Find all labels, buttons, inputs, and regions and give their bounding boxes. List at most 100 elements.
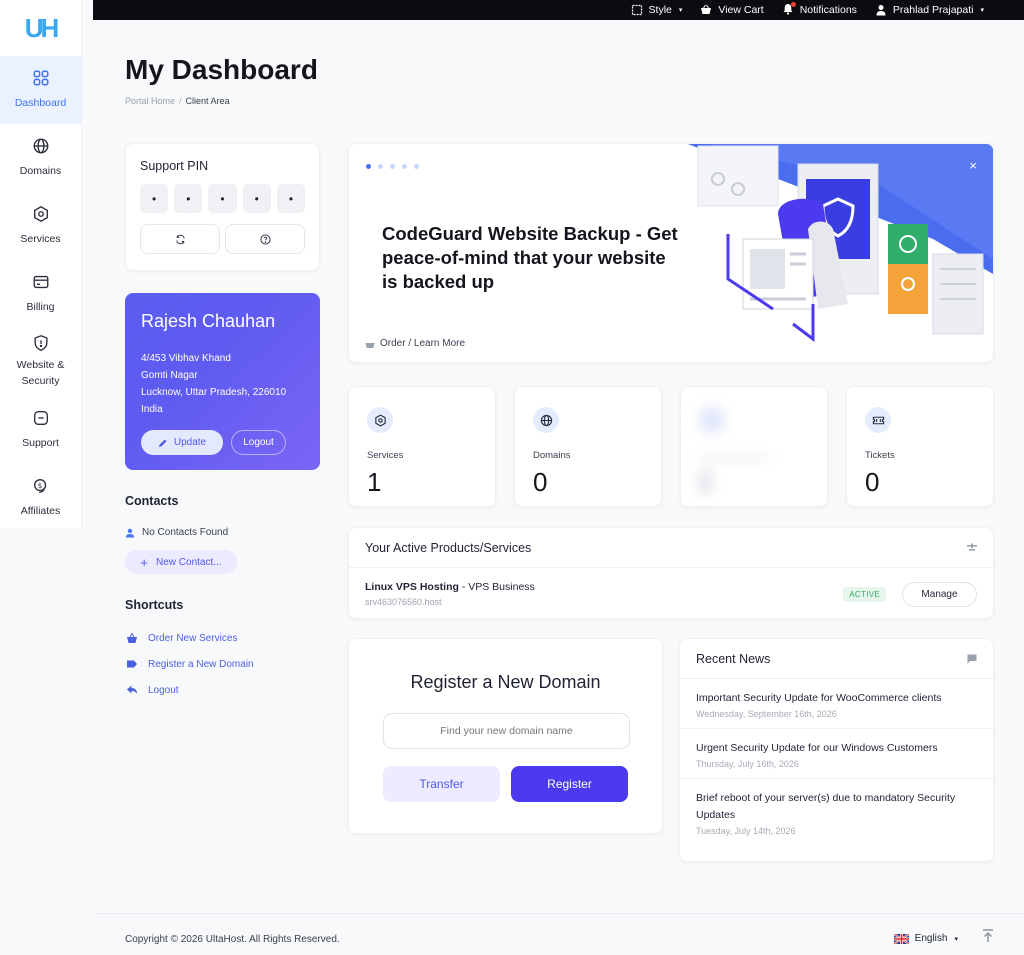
carousel-dot[interactable] <box>414 164 419 169</box>
user-icon <box>876 5 886 16</box>
chevron-down-icon: ▾ <box>980 7 984 14</box>
shield-icon <box>33 335 48 352</box>
stat-label: Services <box>367 450 404 461</box>
breadcrumb-home[interactable]: Portal Home <box>125 96 175 106</box>
news-item-date: Wednesday, September 16th, 2026 <box>696 709 837 719</box>
style-label: Style <box>648 4 672 16</box>
globe-icon <box>33 138 48 154</box>
logout-button[interactable]: Logout <box>231 430 286 455</box>
carousel-dot[interactable] <box>402 164 407 169</box>
user-menu[interactable]: Prahlad Prajapati ▾ <box>875 4 984 16</box>
news-item[interactable]: Urgent Security Update for our Windows C… <box>680 729 993 779</box>
sidebar-item-website-security[interactable]: Website & Security <box>0 328 81 396</box>
news-item-title: Important Security Update for WooCommerc… <box>696 692 942 704</box>
manage-button[interactable]: Manage <box>902 582 977 607</box>
product-row[interactable]: Linux VPS Hosting - VPS Business srv4630… <box>349 568 993 620</box>
pin-digit: • <box>174 184 203 213</box>
sidebar-item-dashboard[interactable]: Dashboard <box>0 56 81 124</box>
view-cart-link[interactable]: View Cart <box>700 4 764 16</box>
transfer-button[interactable]: Transfer <box>383 766 500 802</box>
pin-help-button[interactable] <box>225 224 305 254</box>
sidebar-item-billing[interactable]: Billing <box>0 260 81 328</box>
profile-card: Rajesh Chauhan 4/453 Vibhav Khand Gomti … <box>125 293 320 470</box>
recent-news-card: Recent News Important Security Update fo… <box>679 638 994 862</box>
pin-digit: • <box>208 184 237 213</box>
sidebar-item-label-line2: Security <box>21 375 60 387</box>
register-button[interactable]: Register <box>511 766 628 802</box>
logo-text: UH <box>24 12 60 43</box>
pencil-icon <box>158 439 167 447</box>
stat-card-services[interactable]: Services 1 <box>348 386 496 507</box>
style-menu[interactable]: Style ▾ <box>631 4 682 16</box>
carousel-dot[interactable] <box>378 164 383 169</box>
product-title: Linux VPS Hosting <box>365 581 459 593</box>
news-title: Recent News <box>696 652 771 666</box>
products-header: Your Active Products/Services <box>349 528 993 568</box>
sidebar-item-label: Support <box>22 436 59 449</box>
shortcut-label: Register a New Domain <box>148 658 254 670</box>
filter-icon[interactable] <box>967 543 977 553</box>
pin-digit: • <box>276 184 306 213</box>
pin-actions <box>140 224 305 254</box>
basket-icon <box>127 632 137 643</box>
news-item[interactable]: Brief reboot of your server(s) due to ma… <box>680 779 993 845</box>
notifications-link[interactable]: Notifications <box>782 1 857 18</box>
language-label: English <box>914 933 948 944</box>
sidebar-item-label: Dashboard <box>14 96 67 109</box>
stat-card-domains[interactable]: Domains 0 <box>514 386 662 507</box>
carousel-dot[interactable] <box>390 164 395 169</box>
new-contact-button[interactable]: + New Contact... <box>125 550 237 574</box>
topbar: Style ▾ View Cart Notifications Prahlad P… <box>93 0 1024 20</box>
news-item[interactable]: Important Security Update for WooCommerc… <box>680 679 993 729</box>
pin-digit: • <box>140 184 169 213</box>
user-name: Prahlad Prajapati <box>892 4 974 16</box>
bell-icon <box>782 1 796 18</box>
address-line: India <box>141 404 163 415</box>
news-item-title: Urgent Security Update for our Windows C… <box>696 742 938 754</box>
sidebar-item-services[interactable]: Services <box>0 192 81 260</box>
chevron-down-icon: ▾ <box>954 935 958 943</box>
arrow-up-icon <box>983 929 993 942</box>
stat-card-blurred <box>680 386 828 507</box>
sidebar-item-affiliates[interactable]: $ Affiliates <box>0 464 81 528</box>
banner-order-link[interactable]: Order / Learn More <box>365 338 465 349</box>
question-icon <box>259 233 271 245</box>
breadcrumb-current: Client Area <box>185 96 230 106</box>
banner-link-label: Order / Learn More <box>380 338 466 349</box>
support-icon <box>33 410 48 425</box>
carousel-dots <box>366 164 419 169</box>
sidebar-item-domains[interactable]: Domains <box>0 124 81 192</box>
shortcut-register-domain[interactable]: Register a New Domain <box>126 658 254 670</box>
news-item-date: Thursday, July 16th, 2026 <box>696 759 799 769</box>
shortcut-label: Logout <box>148 684 179 696</box>
shortcut-order-services[interactable]: Order New Services <box>126 632 237 644</box>
update-profile-button[interactable]: Update <box>141 430 223 455</box>
status-badge: ACTIVE <box>843 587 886 602</box>
stat-label: Tickets <box>865 450 895 461</box>
grid-icon <box>33 70 48 86</box>
stat-value: 1 <box>367 467 382 497</box>
sidebar-item-support[interactable]: Support <box>0 396 81 464</box>
tag-icon <box>127 660 137 668</box>
plus-icon: + <box>140 554 148 570</box>
card-icon <box>33 275 48 288</box>
logo[interactable]: UH <box>0 0 81 56</box>
products-title: Your Active Products/Services <box>365 541 532 555</box>
regenerate-pin-button[interactable] <box>140 224 220 254</box>
news-item-title: Brief reboot of your server(s) due to ma… <box>696 792 956 821</box>
close-icon[interactable]: × <box>969 158 977 173</box>
user-icon <box>125 528 135 537</box>
domain-search-input[interactable] <box>383 713 630 749</box>
shortcut-logout[interactable]: Logout <box>126 684 179 696</box>
codeguard-illustration <box>688 144 993 342</box>
hexagon-icon <box>367 407 393 433</box>
uk-flag-icon <box>893 933 909 944</box>
stat-label: Domains <box>533 450 571 461</box>
sidebar-item-label: Website & <box>16 359 65 372</box>
basket-icon <box>701 4 712 14</box>
carousel-dot[interactable] <box>366 164 371 169</box>
language-selector[interactable]: English ▾ <box>893 933 958 944</box>
back-to-top-button[interactable] <box>982 929 994 948</box>
stat-card-tickets[interactable]: Tickets 0 <box>846 386 994 507</box>
pin-digits: • • • • • <box>140 184 306 213</box>
